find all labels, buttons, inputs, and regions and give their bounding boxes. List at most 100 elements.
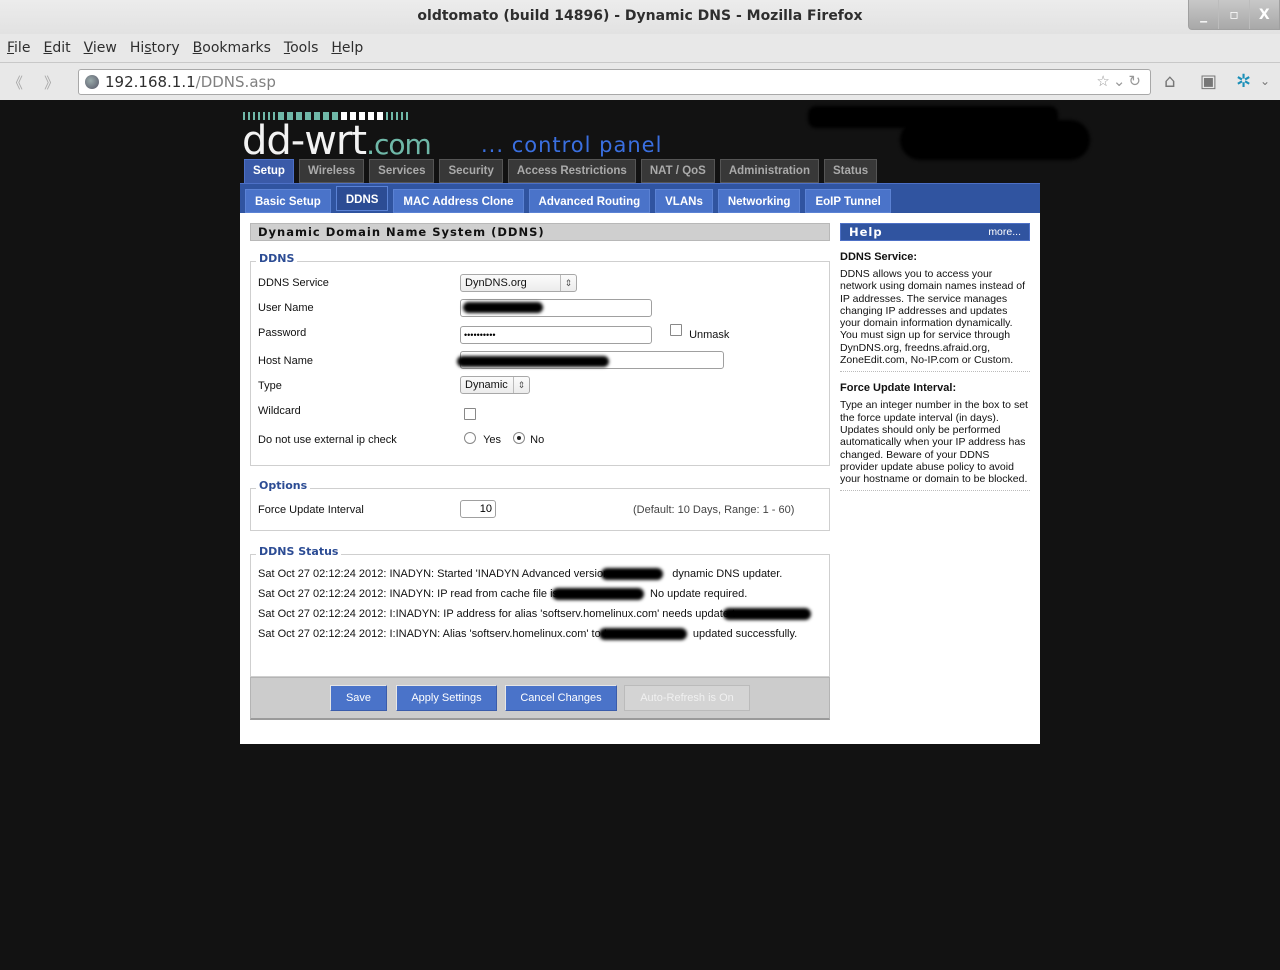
external-ip-check-options: Yes No <box>464 432 545 446</box>
url-text[interactable]: 192.168.1.1/DDNS.asp <box>105 73 276 91</box>
help-pane: Help more... DDNS Service: DDNS allows y… <box>840 223 1030 492</box>
auto-refresh-button[interactable]: Auto-Refresh is On <box>624 685 750 711</box>
window-controls: _ ▫ X <box>1188 0 1280 30</box>
back-icon[interactable]: 《 <box>8 72 23 93</box>
subtab-basic-setup[interactable]: Basic Setup <box>245 189 331 213</box>
force-update-interval-label: Force Update Interval <box>258 504 364 516</box>
redacted-version <box>601 568 663 580</box>
tab-administration[interactable]: Administration <box>719 159 819 183</box>
unmask-label: Unmask <box>689 329 730 341</box>
url-bar[interactable]: 192.168.1.1/DDNS.asp ☆⌄↻ <box>78 69 1151 95</box>
wildcard-checkbox[interactable] <box>464 408 476 420</box>
tab-security[interactable]: Security <box>439 159 503 183</box>
control-panel-subtitle: ... control panel <box>481 133 663 157</box>
help-divider <box>840 490 1030 492</box>
password-input[interactable]: •••••••••• <box>460 326 652 344</box>
save-button[interactable]: Save <box>330 685 387 711</box>
window-titlebar: oldtomato (build 14896) - Dynamic DNS - … <box>0 0 1280 34</box>
status-line: Sat Oct 27 02:12:24 2012: INADYN: IP rea… <box>258 588 748 600</box>
cancel-changes-button[interactable]: Cancel Changes <box>505 685 617 711</box>
reload-icon[interactable]: ↻ <box>1128 72 1144 90</box>
help-divider <box>840 371 1030 373</box>
help-title: Help <box>849 225 883 239</box>
redacted-username <box>463 302 543 313</box>
wildcard-label: Wildcard <box>258 405 301 417</box>
tab-nat-qos[interactable]: NAT / QoS <box>640 159 715 183</box>
forward-icon[interactable]: 》 <box>44 72 59 93</box>
wildcard-option <box>464 405 476 424</box>
redacted-router-info <box>900 120 1090 160</box>
menu-history[interactable]: History <box>130 34 180 62</box>
maximize-button[interactable]: ▫ <box>1218 0 1248 29</box>
button-bar: Save Apply Settings Cancel Changes Auto-… <box>250 677 830 720</box>
external-ip-yes-label: Yes <box>483 434 502 446</box>
select-arrows-icon: ⇕ <box>560 275 576 291</box>
ddns-service-select[interactable]: DynDNS.org ⇕ <box>460 274 577 292</box>
ddns-legend: DDNS <box>256 252 298 265</box>
help-section-text: Type an integer number in the box to set… <box>840 399 1028 486</box>
home-icon[interactable]: ⌂ <box>1164 71 1175 92</box>
menu-file[interactable]: File <box>7 34 30 62</box>
subtab-networking[interactable]: Networking <box>717 189 801 213</box>
help-more-link[interactable]: more... <box>988 224 1021 240</box>
menu-bookmarks[interactable]: Bookmarks <box>193 34 271 62</box>
page-title: Dynamic Domain Name System (DDNS) <box>250 223 830 241</box>
ddns-status-legend: DDNS Status <box>256 545 342 558</box>
options-legend: Options <box>256 479 311 492</box>
subtab-mac-address-clone[interactable]: MAC Address Clone <box>393 189 524 213</box>
main-pane: Dynamic Domain Name System (DDNS) DDNS D… <box>250 223 830 677</box>
status-line: Sat Oct 27 02:12:24 2012: INADYN: Starte… <box>258 568 783 580</box>
addon-icon[interactable]: ✲ <box>1236 71 1251 92</box>
tab-status[interactable]: Status <box>823 159 878 183</box>
hostname-label: Host Name <box>258 355 314 367</box>
help-section-text: DDNS allows you to access your network u… <box>840 268 1026 367</box>
tab-access-restrictions[interactable]: Access Restrictions <box>507 159 636 183</box>
subtab-eoip-tunnel[interactable]: EoIP Tunnel <box>805 189 891 213</box>
subtab-vlans[interactable]: VLANs <box>655 189 713 213</box>
window-title: oldtomato (build 14896) - Dynamic DNS - … <box>417 8 863 24</box>
type-label: Type <box>258 380 282 392</box>
print-icon[interactable]: ▣ <box>1200 71 1217 92</box>
ddwrt-logo: dd-wrt.com <box>242 118 432 164</box>
select-arrows-icon: ⇕ <box>513 377 529 393</box>
minimize-button[interactable]: _ <box>1189 0 1218 29</box>
bookmark-star-icon[interactable]: ☆ <box>1096 72 1112 90</box>
help-section-title: DDNS Service: <box>840 251 918 263</box>
external-ip-no-radio[interactable] <box>513 432 526 445</box>
password-label: Password <box>258 327 307 339</box>
redacted-hostname <box>457 356 609 367</box>
type-select[interactable]: Dynamic ⇕ <box>460 376 530 394</box>
options-section: Options Force Update Interval 10 (Defaul… <box>250 479 830 531</box>
redacted-ip <box>552 588 644 600</box>
tab-setup[interactable]: Setup <box>244 159 294 184</box>
content-panel: Dynamic Domain Name System (DDNS) DDNS D… <box>240 213 1040 744</box>
ddns-section: DDNS DDNS Service DynDNS.org ⇕ User Name … <box>250 252 830 466</box>
tab-wireless[interactable]: Wireless <box>298 159 365 183</box>
subtab-advanced-routing[interactable]: Advanced Routing <box>528 189 651 213</box>
menu-tools[interactable]: Tools <box>284 34 319 62</box>
redacted-ip <box>599 628 687 640</box>
globe-icon <box>85 75 99 89</box>
subtab-ddns[interactable]: DDNS <box>335 186 389 211</box>
tab-services[interactable]: Services <box>369 159 435 183</box>
unmask-checkbox[interactable] <box>670 324 682 336</box>
apply-settings-button[interactable]: Apply Settings <box>396 685 497 711</box>
menu-edit[interactable]: Edit <box>43 34 70 62</box>
force-update-interval-input[interactable]: 10 <box>460 500 496 518</box>
ddns-service-label: DDNS Service <box>258 277 329 289</box>
external-ip-check-label: Do not use external ip check <box>258 434 397 446</box>
help-section-title: Force Update Interval: <box>840 382 957 395</box>
unmask-option: Unmask <box>670 324 730 341</box>
dropdown-icon[interactable]: ⌄ <box>1113 72 1129 90</box>
redacted-ip <box>723 608 811 620</box>
menu-view[interactable]: View <box>84 34 117 62</box>
main-tabs: Setup Wireless Services Security Access … <box>244 159 878 184</box>
username-label: User Name <box>258 302 314 314</box>
close-button[interactable]: X <box>1248 0 1279 29</box>
menu-help[interactable]: Help <box>331 34 363 62</box>
force-update-interval-hint: (Default: 10 Days, Range: 1 - 60) <box>633 504 795 516</box>
external-ip-no-label: No <box>530 434 545 446</box>
sub-navigation: Basic Setup DDNS MAC Address Clone Advan… <box>240 183 1040 213</box>
addon-dropdown-icon[interactable]: ⌄ <box>1260 74 1270 88</box>
external-ip-yes-radio[interactable] <box>464 432 476 445</box>
